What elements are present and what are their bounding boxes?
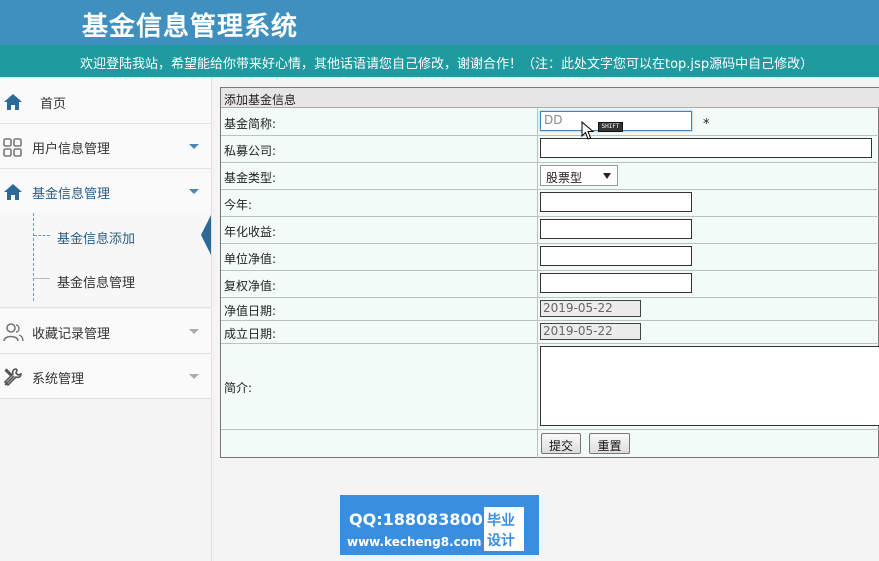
field-label: 净值日期: <box>224 304 277 318</box>
chevron-down-icon <box>189 374 199 379</box>
watermark-tag: 毕业 设计 <box>484 507 524 551</box>
watermark-site: www.kecheng8.com <box>347 535 482 549</box>
field-label: 私募公司: <box>224 144 277 158</box>
sidebar-item-users[interactable]: 用户信息管理 <box>0 124 211 169</box>
button-label: 重置 <box>597 439 622 453</box>
mouse-cursor-icon <box>581 121 595 140</box>
watermark-qq: QQ:188083800 <box>349 510 483 529</box>
welcome-message: 欢迎登陆我站，希望能给你带来好心情，其他话语请您自己修改，谢谢合作！（注：此处文… <box>80 57 814 72</box>
unit-nav-input[interactable] <box>540 246 692 266</box>
intro-textarea[interactable] <box>540 346 879 426</box>
form-title: 添加基金信息 <box>224 93 297 107</box>
home-icon <box>4 94 22 110</box>
sidebar: 首页 用户信息管理 基金信息管理 基金信息添加 基金信息管理 收藏记录管理 系统… <box>0 77 212 561</box>
watermark-banner: QQ:188083800 www.kecheng8.com 毕业 设计 <box>340 495 539 555</box>
chevron-down-icon <box>189 329 199 334</box>
chevron-down-icon <box>189 144 199 149</box>
required-mark: * <box>703 117 710 132</box>
fund-submenu: 基金信息添加 基金信息管理 <box>0 213 211 308</box>
select-value: 股票型 <box>546 171 583 185</box>
grid-icon <box>3 138 22 157</box>
sidebar-item-favorites[interactable]: 收藏记录管理 <box>0 309 211 354</box>
sidebar-item-label: 首页 <box>40 97 67 112</box>
watermark-tag-line: 毕业 <box>487 513 515 529</box>
submit-button[interactable]: 提交 <box>541 433 581 454</box>
tree-branch <box>34 235 50 236</box>
form-header: 添加基金信息 <box>221 88 879 108</box>
submenu-item-label: 基金信息管理 <box>57 276 136 291</box>
chevron-down-icon <box>189 189 199 194</box>
nav-date-input[interactable]: 2019-05-22 <box>540 300 641 317</box>
sidebar-item-label: 系统管理 <box>32 372 85 387</box>
field-label: 简介: <box>224 381 253 395</box>
wrench-icon <box>3 368 22 387</box>
tree-branch <box>34 278 50 279</box>
sidebar-item-label: 基金信息管理 <box>32 187 111 202</box>
sidebar-item-label: 用户信息管理 <box>32 142 111 157</box>
shift-key-badge: SHIFT <box>598 122 623 132</box>
field-label: 成立日期: <box>224 327 277 341</box>
submenu-item-fund-manage[interactable]: 基金信息管理 <box>0 257 211 301</box>
field-label: 基金简称: <box>224 117 277 131</box>
home-icon <box>4 184 22 200</box>
this-year-input[interactable] <box>540 192 692 212</box>
reset-button[interactable]: 重置 <box>589 433 630 454</box>
field-label: 今年: <box>224 198 253 212</box>
private-company-input[interactable] <box>540 138 872 158</box>
dropdown-arrow-icon <box>603 173 611 179</box>
field-label: 复权净值: <box>224 279 277 293</box>
submenu-item-label: 基金信息添加 <box>57 232 136 247</box>
fund-add-form: 添加基金信息 基金简称: DD * 私募公司: 基金类型: 股票型 今年: 年化… <box>220 87 879 458</box>
users-icon <box>3 323 24 342</box>
founded-date-input[interactable]: 2019-05-22 <box>540 323 641 340</box>
sidebar-item-label: 收藏记录管理 <box>32 327 111 342</box>
fund-type-select[interactable]: 股票型 <box>540 165 618 186</box>
active-indicator <box>201 215 211 255</box>
field-label: 年化收益: <box>224 225 277 239</box>
adjusted-nav-input[interactable] <box>540 273 692 293</box>
sidebar-item-system[interactable]: 系统管理 <box>0 354 211 399</box>
sidebar-item-home[interactable]: 首页 <box>0 79 211 124</box>
watermark-tag-line: 设计 <box>487 533 515 549</box>
field-label: 基金类型: <box>224 171 277 185</box>
annual-return-input[interactable] <box>540 219 692 239</box>
button-label: 提交 <box>548 439 573 453</box>
field-label: 单位净值: <box>224 252 277 266</box>
app-title: 基金信息管理系统 <box>82 12 299 42</box>
app-header: 基金信息管理系统 <box>0 0 879 45</box>
welcome-banner: 欢迎登陆我站，希望能给你带来好心情，其他话语请您自己修改，谢谢合作！（注：此处文… <box>0 45 879 77</box>
submenu-item-fund-add[interactable]: 基金信息添加 <box>0 213 211 257</box>
sidebar-item-fund[interactable]: 基金信息管理 <box>0 169 211 214</box>
